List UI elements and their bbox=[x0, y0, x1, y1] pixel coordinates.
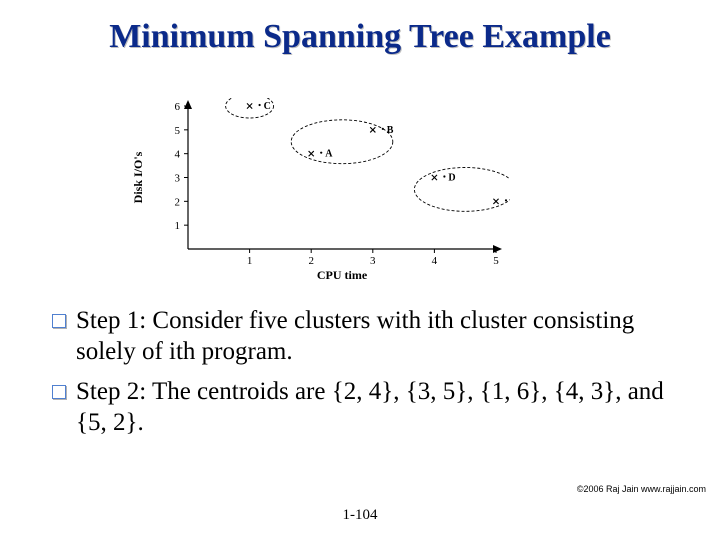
bullet-icon bbox=[52, 385, 66, 399]
svg-text:C: C bbox=[264, 101, 271, 112]
slide-title: Minimum Spanning Tree Example bbox=[0, 18, 720, 56]
slide-number: 1-104 bbox=[0, 507, 720, 524]
svg-text:2: 2 bbox=[175, 196, 181, 208]
svg-text:5: 5 bbox=[175, 125, 181, 137]
copyright-text: ©2006 Raj Jain www.rajjain.com bbox=[577, 484, 706, 494]
svg-text:4: 4 bbox=[175, 149, 181, 161]
bullet-list: Step 1: Consider five clusters with ith … bbox=[52, 305, 672, 446]
list-item: Step 2: The centroids are {2, 4}, {3, 5}… bbox=[52, 376, 672, 439]
svg-text:2: 2 bbox=[308, 255, 314, 267]
svg-text:4: 4 bbox=[432, 255, 438, 267]
scatter-chart: 12345123456CPU timeDisk I/O'sABCDE bbox=[130, 98, 510, 283]
svg-text:D: D bbox=[448, 173, 455, 184]
svg-text:1: 1 bbox=[175, 220, 181, 232]
svg-text:Disk I/O's: Disk I/O's bbox=[131, 151, 145, 203]
svg-text:1: 1 bbox=[247, 255, 253, 267]
svg-text:CPU time: CPU time bbox=[317, 268, 368, 282]
slide: Minimum Spanning Tree Example 1 2 3 4 5 1 2 3 4 5… bbox=[0, 0, 720, 540]
scatter-chart-svg: 12345123456CPU timeDisk I/O'sABCDE bbox=[130, 98, 510, 283]
svg-text:5: 5 bbox=[493, 255, 499, 267]
svg-text:3: 3 bbox=[175, 173, 181, 185]
svg-text:3: 3 bbox=[370, 255, 376, 267]
bullet-text: Step 2: The centroids are {2, 4}, {3, 5}… bbox=[76, 376, 672, 439]
bullet-text: Step 1: Consider five clusters with ith … bbox=[76, 305, 672, 368]
svg-text:A: A bbox=[325, 149, 333, 160]
svg-text:B: B bbox=[387, 125, 394, 136]
list-item: Step 1: Consider five clusters with ith … bbox=[52, 305, 672, 368]
bullet-icon bbox=[52, 314, 66, 328]
svg-text:6: 6 bbox=[175, 101, 181, 113]
